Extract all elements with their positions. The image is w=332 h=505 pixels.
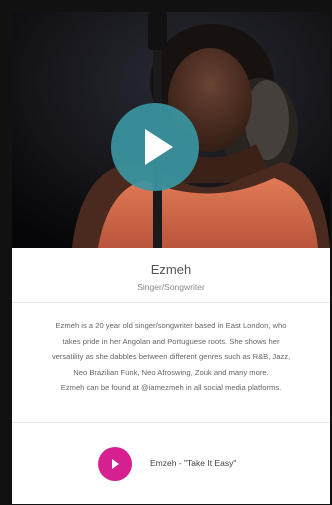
artist-bio: Ezmeh is a 20 year old singer/songwriter… bbox=[18, 318, 324, 396]
bio-line: Ezmeh is a 20 year old singer/songwriter… bbox=[55, 321, 287, 330]
bio-line: takes pride in her Angolan and Portugues… bbox=[62, 336, 280, 346]
bio-line: versatility as she dabbles between diffe… bbox=[51, 352, 291, 361]
video-play-button[interactable] bbox=[111, 103, 199, 191]
artist-name: Ezmeh bbox=[150, 262, 192, 277]
play-icon bbox=[145, 129, 173, 165]
play-icon bbox=[112, 459, 119, 469]
divider bbox=[12, 302, 330, 303]
divider bbox=[12, 422, 330, 423]
track-item: Emzeh - "Take It Easy" bbox=[98, 447, 298, 481]
track-play-button[interactable] bbox=[98, 447, 132, 481]
bio-line: Neo Brazilian Funk, Neo Afroswing, Zouk … bbox=[73, 367, 269, 377]
artist-card: Ezmeh Singer/Songwriter Ezmeh is a 20 ye… bbox=[12, 12, 330, 504]
track-title: Emzeh - "Take It Easy" bbox=[150, 458, 237, 468]
video-player[interactable] bbox=[12, 12, 330, 248]
bio-line: Ezmeh can be found at @iamezmeh in all s… bbox=[60, 383, 282, 392]
artist-role: Singer/Songwriter bbox=[137, 282, 205, 292]
